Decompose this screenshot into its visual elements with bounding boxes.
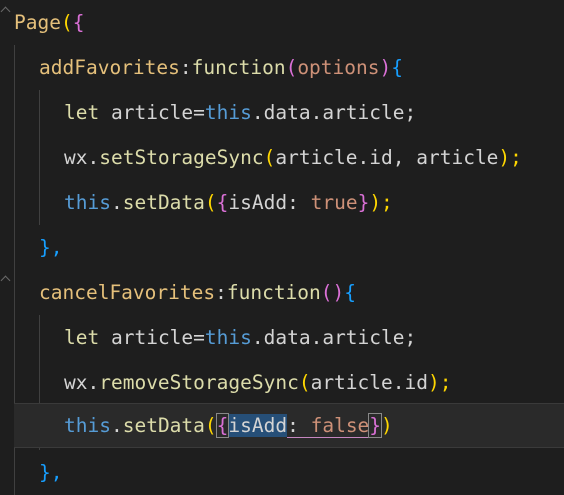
token-param: options	[297, 56, 380, 79]
code-line[interactable]: },	[0, 450, 564, 495]
token-colon: :	[287, 191, 311, 214]
token-this: this	[204, 101, 252, 124]
token-method-call: setData	[122, 414, 205, 437]
token-let: let	[64, 326, 100, 349]
token-let: let	[64, 101, 100, 124]
token-eq: =	[193, 101, 205, 124]
token-paren: (	[298, 371, 311, 394]
token-paren: (	[60, 11, 73, 34]
token-method-name: cancelFavorites	[39, 281, 216, 304]
token-args: article.id	[310, 371, 428, 394]
token-key-selected[interactable]: isAdd	[228, 414, 288, 437]
code-line[interactable]: let article=this.data.article;	[0, 90, 564, 135]
token-function-keyword: function	[191, 56, 286, 79]
token-wx: wx	[64, 371, 88, 394]
token-paren: (	[204, 191, 217, 214]
token-paren: )	[379, 56, 392, 79]
token-args: article.id, article	[275, 146, 499, 169]
token-method-call: setStorageSync	[99, 146, 264, 169]
token-brace-matched: {	[215, 413, 230, 438]
token-paren-semi: );	[369, 191, 393, 214]
token-function-keyword: function	[226, 281, 321, 304]
token-brace: {	[391, 56, 403, 79]
token-brace: {	[344, 281, 357, 304]
token-this: this	[64, 191, 111, 214]
token-parens: ()	[320, 281, 345, 304]
token-paren: (	[204, 414, 217, 437]
token-colon: :	[287, 414, 311, 438]
current-code-line[interactable]: this.setData({isAdd: false})	[14, 403, 564, 448]
token-member: .data.article;	[251, 326, 417, 349]
code-line[interactable]: wx.setStorageSync(article.id, article);	[0, 135, 564, 180]
token-paren-semi: );	[427, 371, 452, 394]
token-dot: .	[87, 146, 100, 169]
token-page: Page	[14, 11, 61, 34]
token-method-call: setData	[122, 191, 205, 214]
token-var: article	[110, 326, 194, 349]
code-line[interactable]: Page({	[0, 0, 564, 45]
token-var: article	[110, 101, 194, 124]
token-wx: wx	[64, 146, 88, 169]
token-dot: .	[110, 414, 123, 437]
token-this: this	[204, 326, 252, 349]
token-member: .data.article;	[251, 101, 417, 124]
code-line[interactable]: },	[0, 225, 564, 270]
token-dot: .	[87, 371, 100, 394]
token-dot: .	[110, 191, 123, 214]
token-brace-comma: },	[39, 461, 63, 484]
token-bool: false	[310, 414, 370, 438]
code-line[interactable]: let article=this.data.article;	[0, 315, 564, 360]
token-colon: :	[215, 281, 227, 304]
token-this: this	[64, 414, 111, 437]
token-brace-matched: }	[368, 413, 383, 438]
token-bool: true	[310, 191, 358, 214]
code-line[interactable]: cancelFavorites:function(){	[0, 270, 564, 315]
token-brace: {	[72, 11, 85, 34]
code-line[interactable]: this.setData({isAdd: true});	[0, 180, 564, 225]
token-paren: (	[263, 146, 276, 169]
token-brace: {	[216, 191, 229, 214]
token-brace: }	[357, 191, 370, 214]
token-colon: :	[179, 56, 192, 79]
token-method-call: removeStorageSync	[99, 371, 299, 394]
token-paren: (	[285, 56, 298, 79]
token-key: isAdd	[228, 191, 288, 214]
code-line[interactable]: addFavorites:function(options){	[0, 45, 564, 90]
token-paren: )	[381, 414, 393, 437]
token-eq: =	[193, 326, 205, 349]
token-brace-comma: },	[39, 236, 63, 259]
token-method-name: addFavorites	[39, 56, 180, 79]
token-paren-semi: );	[498, 146, 522, 169]
code-line[interactable]: wx.removeStorageSync(article.id);	[0, 360, 564, 405]
code-editor[interactable]: Page({ addFavorites:function(options){ l…	[0, 0, 564, 495]
